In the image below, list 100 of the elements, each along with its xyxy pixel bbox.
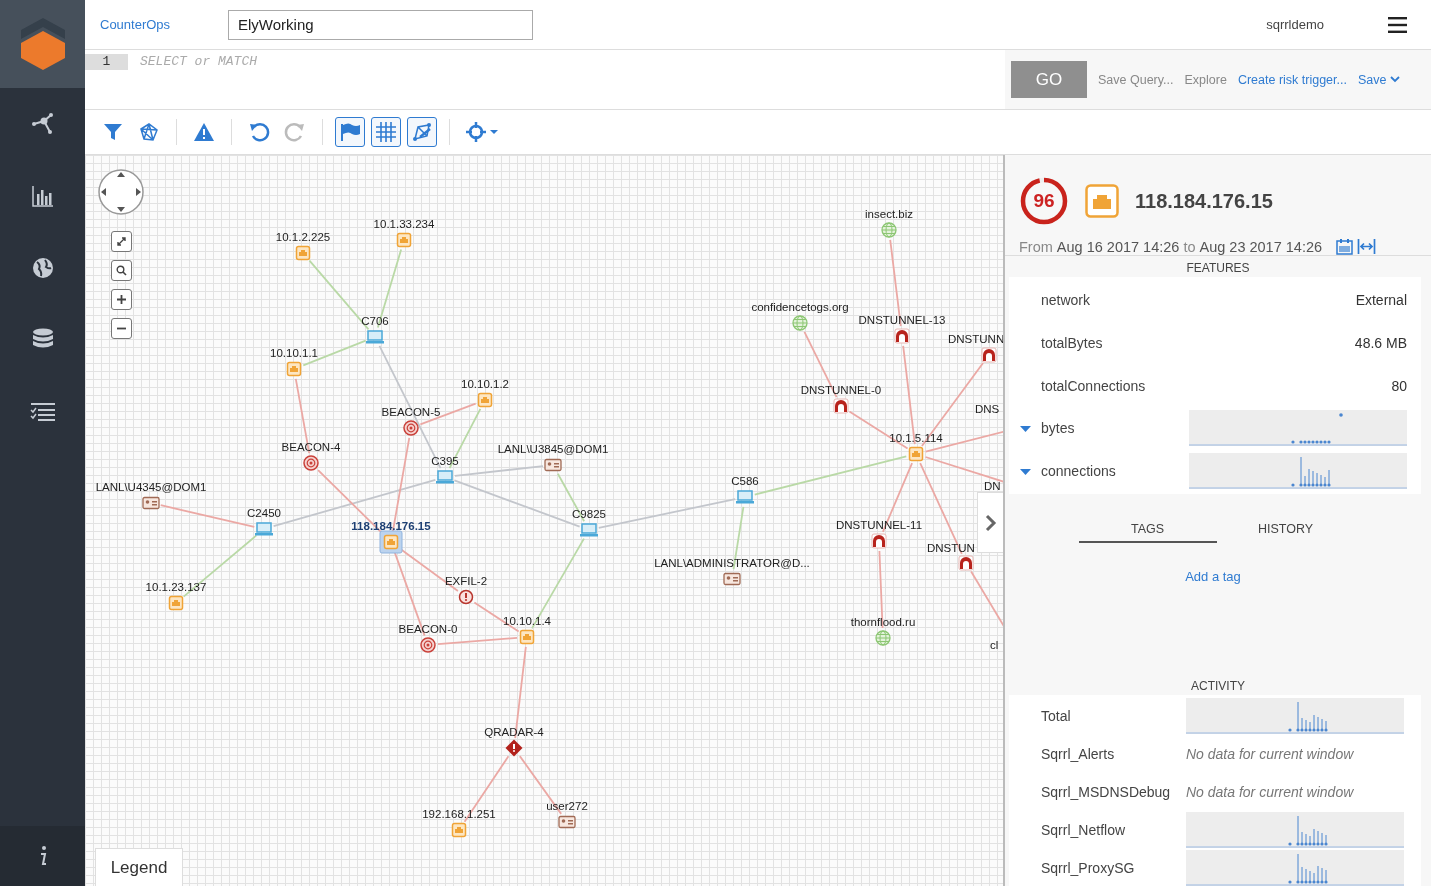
- expand-panel-button[interactable]: [977, 492, 1003, 553]
- source-label: Sqrrl_Alerts: [1041, 746, 1116, 763]
- monitor-icon[interactable]: [366, 330, 384, 344]
- calendar-icon[interactable]: [1336, 238, 1354, 255]
- node-label: insect.biz: [865, 208, 913, 220]
- add-tag-link[interactable]: Add a tag: [1185, 569, 1241, 585]
- edit-tool[interactable]: [407, 117, 437, 147]
- signal-icon[interactable]: [403, 420, 419, 436]
- node-label: LANL\U4345@DOM1: [95, 481, 207, 493]
- source-label: Sqrrl_Netflow: [1041, 822, 1127, 839]
- alert-icon[interactable]: [458, 589, 474, 605]
- pan-control[interactable]: [97, 168, 145, 216]
- source-label: Total: [1041, 708, 1072, 725]
- feature-label: bytes: [1041, 420, 1076, 437]
- bar-chart-icon[interactable]: [30, 184, 55, 208]
- id-card-icon[interactable]: [558, 815, 576, 829]
- undo-icon: [248, 121, 270, 143]
- node-label: C2450: [247, 507, 281, 519]
- tunnel-icon[interactable]: [981, 347, 997, 363]
- globe-icon[interactable]: [31, 257, 54, 279]
- signal-icon[interactable]: [303, 455, 319, 471]
- zoom-in-button[interactable]: [110, 289, 132, 310]
- node-label: LANL\U3845@DOM1: [497, 443, 609, 455]
- monitor-icon[interactable]: [736, 490, 754, 504]
- id-card-icon[interactable]: [142, 496, 160, 510]
- date-prefix: From: [1019, 238, 1053, 255]
- date-joiner: to: [1183, 238, 1196, 255]
- id-card-icon[interactable]: [544, 458, 562, 472]
- fit-width-icon[interactable]: [1357, 238, 1377, 255]
- monitor-icon[interactable]: [255, 522, 273, 536]
- section-heading: FEATURES: [1185, 260, 1251, 277]
- node-label: BEACON-4: [281, 441, 341, 453]
- node-label: confidencetogs.org: [751, 301, 849, 313]
- chevron-right-icon: [984, 513, 997, 532]
- node-label: 10.1.23.137: [145, 581, 207, 593]
- fit-view-button[interactable]: [110, 231, 132, 252]
- signal-icon[interactable]: [420, 637, 436, 653]
- node-label: DNSTUN: [927, 542, 975, 554]
- node-label: user272: [546, 800, 588, 812]
- checklist-icon[interactable]: [29, 401, 56, 423]
- node-label: 10.10.1.1: [270, 347, 318, 359]
- network-icon[interactable]: [29, 111, 56, 137]
- save-dropdown[interactable]: Save: [1357, 72, 1401, 87]
- node-label: C395: [431, 455, 459, 467]
- flag-icon: [339, 122, 361, 142]
- warning-icon: [193, 122, 215, 142]
- source-label: Sqrrl_ProxySG: [1041, 860, 1136, 877]
- node-label: 10.1.2.225: [275, 231, 331, 243]
- node-label: DNS: [975, 403, 1000, 415]
- redo-icon: [284, 121, 306, 143]
- tunnel-icon[interactable]: [894, 328, 910, 344]
- legend-button[interactable]: Legend: [95, 848, 183, 886]
- tunnel-icon[interactable]: [833, 398, 849, 414]
- section-heading: ACTIVITY: [1190, 678, 1246, 696]
- network-layout-icon: [138, 121, 160, 143]
- filter-icon: [103, 122, 123, 142]
- feature-value: 80: [1391, 377, 1407, 394]
- feature-label: connections: [1041, 463, 1117, 480]
- panel-tab[interactable]: TAGS: [1078, 518, 1217, 544]
- feature-label: network: [1041, 292, 1092, 309]
- search-button[interactable]: [110, 260, 132, 281]
- monitor-icon[interactable]: [580, 523, 598, 537]
- node-label: BEACON-0: [398, 623, 458, 635]
- node-label: DNSTUNNEL-0: [800, 384, 882, 396]
- diamond-icon[interactable]: [505, 739, 523, 757]
- feature-value: External: [1355, 292, 1407, 309]
- node-label: LANL\ADMINISTRATOR@D...: [654, 557, 810, 569]
- workspace-field[interactable]: ElyWorking: [228, 9, 533, 40]
- grid-tool[interactable]: [371, 117, 401, 147]
- node-label: 192.168.1.251: [422, 808, 496, 820]
- start-date: Aug 16 2017 14:26: [1056, 238, 1180, 255]
- panel-tab[interactable]: HISTORY: [1216, 518, 1355, 544]
- node-label: C586: [731, 475, 759, 487]
- flag-tool[interactable]: [335, 117, 365, 147]
- tunnel-icon[interactable]: [958, 555, 974, 571]
- no-data-note: No data for current window: [1186, 784, 1354, 801]
- action-link[interactable]: Create risk trigger...: [1237, 72, 1347, 87]
- node-label: cl: [990, 639, 999, 651]
- node-label: 10.1.33.234: [373, 218, 435, 230]
- node-label: 10.10.1.4: [503, 615, 551, 627]
- node-label: C706: [361, 315, 389, 327]
- tunnel-icon[interactable]: [871, 533, 887, 549]
- network-port-icon: [1085, 184, 1119, 218]
- id-card-icon[interactable]: [723, 572, 741, 586]
- node-label: EXFIL-2: [444, 575, 488, 587]
- node-label: DN: [984, 480, 1001, 492]
- node-label: 10.1.5.114: [889, 432, 943, 444]
- node-label: DNSTUNN: [948, 333, 1003, 345]
- node-label: 10.10.1.2: [461, 378, 509, 390]
- query-editor[interactable]: SELECT or MATCH: [128, 50, 1005, 109]
- menu-icon[interactable]: [1388, 16, 1407, 33]
- node-label: C9825: [572, 508, 606, 520]
- monitor-icon[interactable]: [436, 470, 454, 484]
- zoom-out-button[interactable]: [110, 318, 132, 339]
- username[interactable]: sqrrldemo: [1266, 17, 1324, 32]
- expand-arrows-icon: [115, 236, 127, 247]
- app-link[interactable]: CounterOps: [85, 17, 228, 32]
- logo-icon[interactable]: [19, 17, 66, 71]
- node-label: 118.184.176.15: [351, 520, 431, 532]
- search-icon: [115, 265, 127, 276]
